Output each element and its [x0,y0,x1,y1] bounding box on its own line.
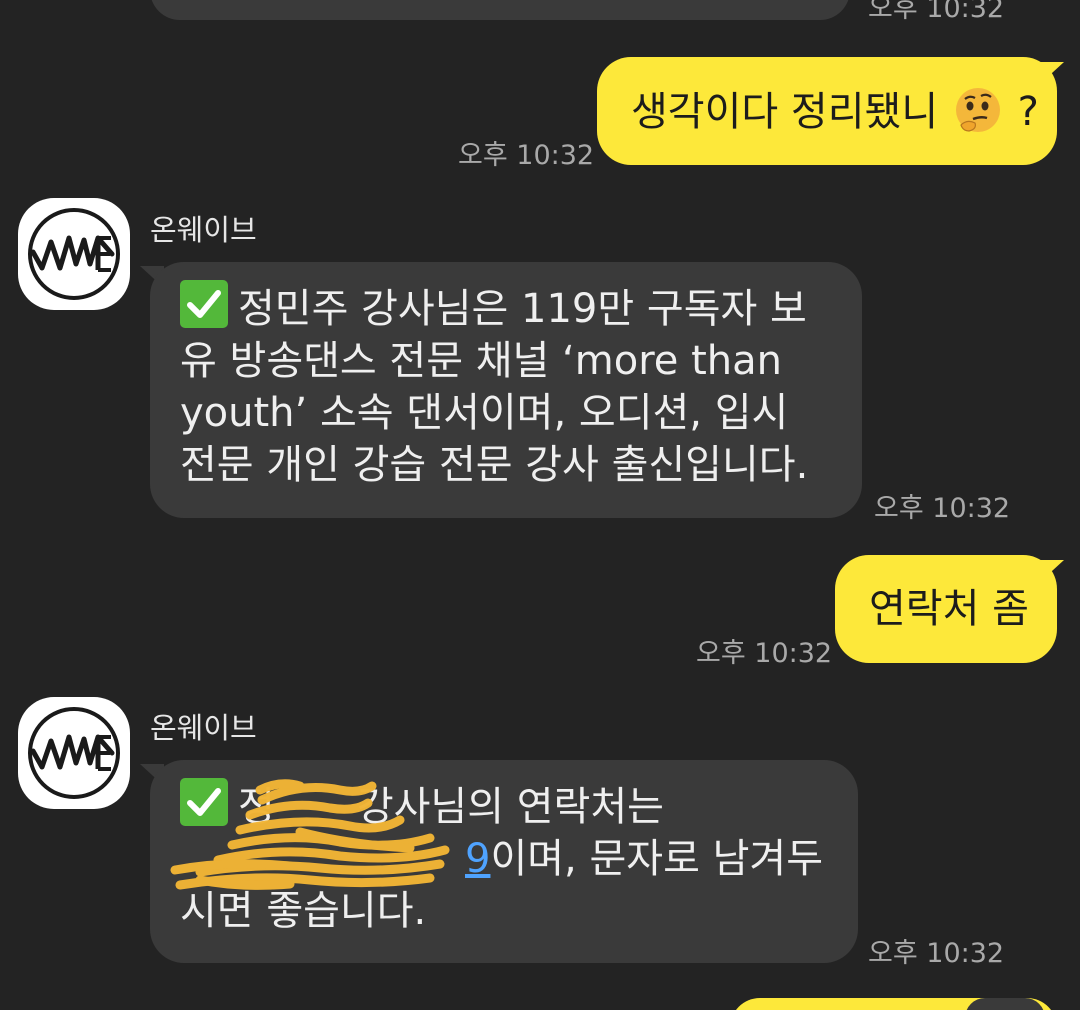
message-text: 이며, 문자로 남겨두 [490,836,823,882]
bubble-tail [1040,62,1064,84]
wave-logo-icon [28,707,120,799]
avatar-partial [965,998,1045,1010]
message-text: 강사님의 연락처는 [356,784,664,830]
sender-name: 온웨이브 [150,213,257,247]
message-timestamp: 오후 10:32 [458,140,595,171]
message-timestamp: 오후 10:32 [696,638,833,669]
message-bubble-incoming-partial[interactable] [150,0,850,20]
bubble-tail [1040,560,1064,582]
sender-avatar[interactable] [18,198,130,310]
message-text: 정민주 강사님은 119만 구독자 보유 방송댄스 전문 채널 ‘more th… [180,286,809,488]
wave-logo-icon [28,208,120,300]
check-mark-button-icon [180,778,228,826]
message-text: 연락처 좀 [869,586,1029,632]
message-timestamp: 오후 10:32 [868,938,1005,969]
message-text-start: 정 [238,784,275,830]
message-timestamp: 오후 10:32 [874,493,1011,524]
message-text: 생각이다 정리됐니 [631,89,939,135]
chat-room: 오후 10:32 생각이다 정리됐니 ? 오후 10:32 온웨이브 정민주 강… [0,0,1080,1010]
message-bubble-incoming[interactable]: 정 강사님의 연락처는 9이며, 문자로 남겨두 시면 좋습니다. [150,760,858,963]
message-timestamp: 오후 10:32 [868,0,1005,24]
message-bubble-outgoing[interactable]: 생각이다 정리됐니 ? [597,57,1057,165]
message-bubble-incoming[interactable]: 정민주 강사님은 119만 구독자 보유 방송댄스 전문 채널 ‘more th… [150,262,862,518]
sender-name: 온웨이브 [150,711,257,745]
message-text-suffix: ? [1017,89,1039,135]
message-text: 시면 좋습니다. [180,888,427,934]
message-bubble-outgoing[interactable]: 연락처 좀 [835,555,1057,663]
check-mark-button-icon [180,280,228,328]
thinking-face-icon [953,85,1003,135]
sender-avatar[interactable] [18,697,130,809]
phone-number-link[interactable]: 9 [180,836,490,882]
